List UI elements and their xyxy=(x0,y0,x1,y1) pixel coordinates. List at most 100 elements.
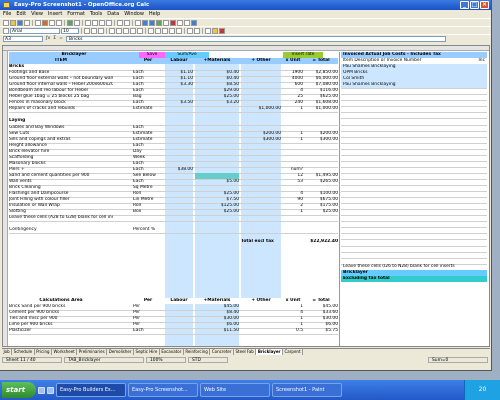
total-label[interactable]: Total excl tax xyxy=(241,239,301,245)
column-headers[interactable] xyxy=(3,46,489,51)
taskbar-item[interactable]: Screenshot1 - Paint xyxy=(272,383,342,397)
menu-edit[interactable]: Edit xyxy=(16,11,26,17)
menu-insert[interactable]: Insert xyxy=(48,11,62,17)
paste-icon[interactable] xyxy=(99,19,105,26)
sheet-tab[interactable]: Preliminaries xyxy=(77,349,108,355)
menu-file[interactable]: File xyxy=(3,11,11,17)
header-cell[interactable]: + Other xyxy=(241,58,281,64)
sheet-tab-active[interactable]: Bricklayer xyxy=(256,349,284,355)
row-headers[interactable] xyxy=(3,51,8,346)
equals-icon[interactable]: = xyxy=(59,36,63,41)
sheet-tab[interactable]: Demolisher xyxy=(107,349,135,355)
borders-icon[interactable] xyxy=(205,27,211,34)
autospell-icon[interactable] xyxy=(74,19,80,26)
currency-icon[interactable] xyxy=(148,27,154,34)
sheet-tab[interactable]: Reinforcing xyxy=(184,349,211,355)
header-cell[interactable]: Labour xyxy=(165,58,193,64)
sheet-tab[interactable]: Pricing xyxy=(35,349,53,355)
taskbar-item[interactable]: Easy-Pro Screenshot... xyxy=(128,383,198,397)
sort-ascending-icon[interactable] xyxy=(142,19,148,26)
edit-icon[interactable] xyxy=(35,19,41,26)
sort-descending-icon[interactable] xyxy=(149,19,155,26)
increase-indent-icon[interactable] xyxy=(194,27,200,34)
delete-decimal-icon[interactable] xyxy=(176,27,182,34)
email-icon[interactable] xyxy=(24,19,30,26)
header-cell[interactable]: Per xyxy=(133,58,163,64)
italic-icon[interactable] xyxy=(91,27,97,34)
sheet-tab[interactable]: Concreter xyxy=(210,349,234,355)
navigator-icon[interactable] xyxy=(170,19,176,26)
quicklaunch-browser-icon[interactable] xyxy=(38,386,45,394)
chart-icon[interactable] xyxy=(156,19,162,26)
quicklaunch-desktop-icon[interactable] xyxy=(47,386,54,394)
invoice-excl-label[interactable]: Excluding tax total xyxy=(343,276,485,282)
sheet-tab[interactable]: Carpent xyxy=(283,349,304,355)
calc-header-cell[interactable]: + Other xyxy=(241,298,281,304)
help-icon[interactable] xyxy=(191,19,197,26)
taskbar-item[interactable]: Easy-Pro Builders Es... xyxy=(56,383,126,397)
sheet-tab[interactable]: Schedule xyxy=(12,349,35,355)
menu-help[interactable]: Help xyxy=(149,11,160,17)
cut-icon[interactable] xyxy=(85,19,91,26)
name-box[interactable]: A3 xyxy=(3,35,43,42)
header-cell[interactable]: x Unit xyxy=(283,58,303,64)
copy-icon[interactable] xyxy=(92,19,98,26)
start-button[interactable]: start xyxy=(2,382,36,398)
menu-format[interactable]: Format xyxy=(67,11,85,17)
calc-header-cell[interactable]: Labour xyxy=(165,298,193,304)
align-left-icon[interactable] xyxy=(109,27,115,34)
hyperlink-icon[interactable] xyxy=(135,19,141,26)
add-decimal-icon[interactable] xyxy=(169,27,175,34)
close-button[interactable]: × xyxy=(480,1,489,9)
menu-tools[interactable]: Tools xyxy=(90,11,102,17)
sheet-tab[interactable]: Septic Hire xyxy=(134,349,160,355)
spellcheck-icon[interactable] xyxy=(67,19,73,26)
decrease-indent-icon[interactable] xyxy=(187,27,193,34)
standard-format-icon[interactable] xyxy=(162,27,168,34)
pdf-icon[interactable] xyxy=(42,19,48,26)
redo-icon[interactable] xyxy=(124,19,130,26)
formula-input[interactable]: Bricks xyxy=(65,35,446,42)
maximize-button[interactable]: □ xyxy=(470,1,479,9)
percent-icon[interactable] xyxy=(155,27,161,34)
status-zoom[interactable]: 100% xyxy=(146,356,186,363)
taskbar-item[interactable]: Web Site xyxy=(200,383,270,397)
justify-icon[interactable] xyxy=(130,27,136,34)
save-icon[interactable] xyxy=(17,19,23,26)
status-mode[interactable]: STD xyxy=(188,356,228,363)
font-color-icon[interactable] xyxy=(219,27,225,34)
sheet-tab[interactable]: Steel Fab xyxy=(234,349,257,355)
spreadsheet-grid[interactable]: Bricklayer Save Sum/Ave Insert rate ITEM Per L… xyxy=(2,45,490,347)
gallery-icon[interactable] xyxy=(177,19,183,26)
sum-icon[interactable]: Σ xyxy=(53,36,56,41)
font-name-select[interactable]: Arial xyxy=(10,27,60,34)
sheet-tab[interactable]: Job xyxy=(2,349,13,355)
preview-icon[interactable] xyxy=(56,19,62,26)
menu-view[interactable]: View xyxy=(31,11,43,17)
print-icon[interactable] xyxy=(49,19,55,26)
align-center-icon[interactable] xyxy=(116,27,122,34)
open-icon[interactable] xyxy=(10,19,16,26)
styles-icon[interactable] xyxy=(3,27,9,34)
sheet-tab[interactable]: Worksheet xyxy=(52,349,78,355)
header-cell[interactable]: +Materials xyxy=(195,58,239,64)
sheet-tab[interactable]: Excavator xyxy=(160,349,184,355)
draw-functions-icon[interactable] xyxy=(163,19,169,26)
grand-total-value[interactable]: $22,922.40 xyxy=(303,239,338,245)
new-icon[interactable] xyxy=(3,19,9,26)
minimize-button[interactable]: _ xyxy=(460,1,469,9)
menu-window[interactable]: Window xyxy=(124,11,144,17)
menu-data[interactable]: Data xyxy=(107,11,119,17)
underline-icon[interactable] xyxy=(98,27,104,34)
status-page-style[interactable]: TAB_Bricklayer xyxy=(64,356,144,363)
function-wizard-icon[interactable]: ƒx xyxy=(46,36,50,41)
merge-cells-icon[interactable] xyxy=(137,27,143,34)
format-paintbrush-icon[interactable] xyxy=(106,19,112,26)
font-size-select[interactable]: 10 xyxy=(61,27,79,34)
align-right-icon[interactable] xyxy=(123,27,129,34)
header-cell[interactable]: = Total xyxy=(304,58,338,64)
zoom-icon[interactable] xyxy=(184,19,190,26)
undo-icon[interactable] xyxy=(117,19,123,26)
background-color-icon[interactable] xyxy=(212,27,218,34)
bold-icon[interactable] xyxy=(84,27,90,34)
